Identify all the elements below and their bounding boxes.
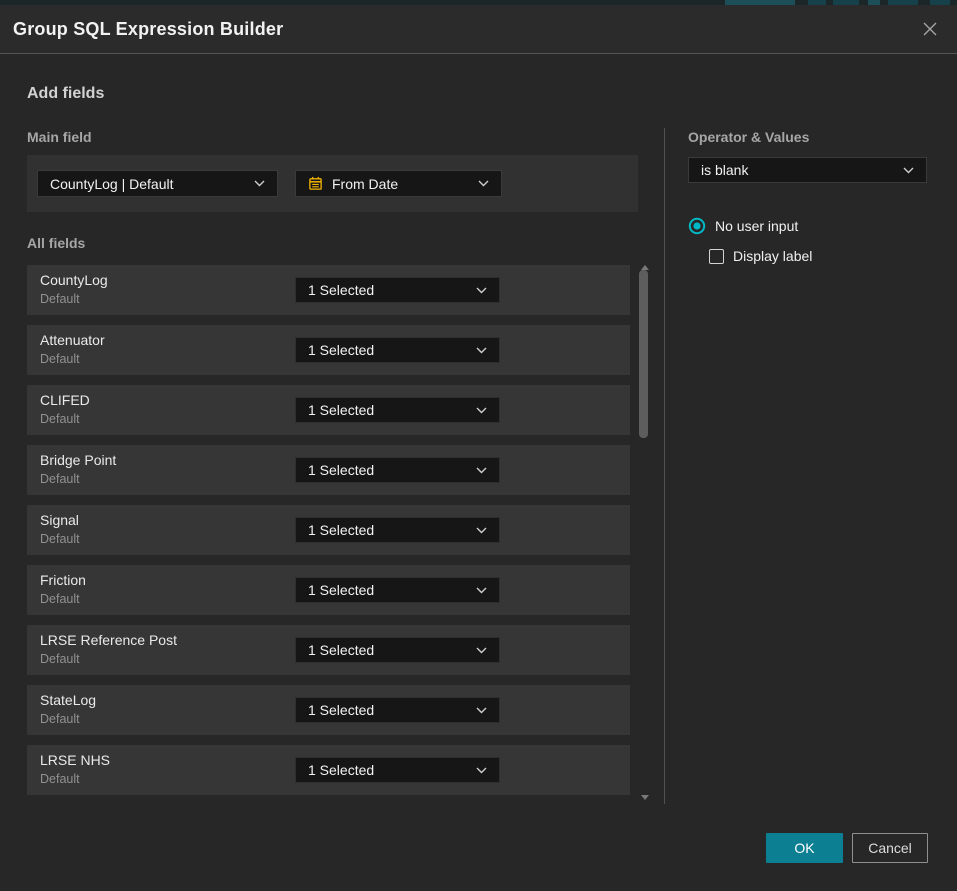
- field-row: Bridge Point Default 1 Selected: [27, 445, 630, 495]
- field-selection-value: 1 Selected: [308, 282, 374, 298]
- field-row: LRSE Reference Post Default 1 Selected: [27, 625, 630, 675]
- radio-selected-icon: [688, 217, 706, 235]
- all-fields-heading: All fields: [27, 235, 85, 251]
- field-selection-value: 1 Selected: [308, 582, 374, 598]
- field-name: CLIFED: [40, 392, 90, 408]
- field-selection-dropdown[interactable]: 1 Selected: [295, 517, 500, 543]
- field-name: Signal: [40, 512, 79, 528]
- main-field-panel: CountyLog | Default From Date: [27, 155, 638, 212]
- field-type: Default: [40, 472, 80, 486]
- field-selection-dropdown[interactable]: 1 Selected: [295, 697, 500, 723]
- chevron-down-icon: [476, 767, 487, 774]
- field-selection-value: 1 Selected: [308, 342, 374, 358]
- field-selection-value: 1 Selected: [308, 522, 374, 538]
- chevron-down-icon: [478, 180, 489, 187]
- screen: Group SQL Expression Builder Add fields …: [0, 0, 957, 891]
- operator-values-heading: Operator & Values: [688, 129, 809, 145]
- main-field-heading: Main field: [27, 129, 92, 145]
- display-label-checkbox[interactable]: Display label: [709, 248, 812, 264]
- field-type: Default: [40, 292, 80, 306]
- chevron-down-icon: [254, 180, 265, 187]
- chevron-down-icon: [476, 467, 487, 474]
- field-selection-dropdown[interactable]: 1 Selected: [295, 577, 500, 603]
- dialog-titlebar: Group SQL Expression Builder: [0, 5, 957, 54]
- chevron-down-icon: [476, 287, 487, 294]
- field-type: Default: [40, 712, 80, 726]
- field-type: Default: [40, 352, 80, 366]
- field-selection-value: 1 Selected: [308, 462, 374, 478]
- ok-button[interactable]: OK: [766, 833, 843, 863]
- field-row: Friction Default 1 Selected: [27, 565, 630, 615]
- chevron-down-icon: [903, 167, 914, 174]
- field-selection-value: 1 Selected: [308, 402, 374, 418]
- main-date-field-dropdown[interactable]: From Date: [295, 170, 502, 197]
- operator-dropdown-value: is blank: [701, 162, 748, 178]
- field-selection-dropdown[interactable]: 1 Selected: [295, 397, 500, 423]
- no-user-input-radio[interactable]: No user input: [688, 217, 798, 235]
- field-type: Default: [40, 772, 80, 786]
- field-row: Attenuator Default 1 Selected: [27, 325, 630, 375]
- scrollbar-down-arrow-icon[interactable]: [641, 795, 649, 800]
- add-fields-heading: Add fields: [27, 85, 104, 103]
- panel-divider: [664, 128, 665, 804]
- dialog-title: Group SQL Expression Builder: [13, 5, 283, 53]
- field-name: Attenuator: [40, 332, 105, 348]
- field-row: LRSE NHS Default 1 Selected: [27, 745, 630, 795]
- scrollbar-thumb[interactable]: [639, 270, 648, 438]
- field-selection-dropdown[interactable]: 1 Selected: [295, 757, 500, 783]
- chevron-down-icon: [476, 347, 487, 354]
- chevron-down-icon: [476, 527, 487, 534]
- main-layer-dropdown[interactable]: CountyLog | Default: [37, 170, 278, 197]
- field-name: CountyLog: [40, 272, 108, 288]
- field-selection-dropdown[interactable]: 1 Selected: [295, 337, 500, 363]
- field-selection-dropdown[interactable]: 1 Selected: [295, 637, 500, 663]
- sql-expression-builder-dialog: Group SQL Expression Builder Add fields …: [0, 5, 957, 891]
- field-selection-value: 1 Selected: [308, 642, 374, 658]
- field-name: Bridge Point: [40, 452, 116, 468]
- field-type: Default: [40, 412, 80, 426]
- cancel-button[interactable]: Cancel: [852, 833, 928, 863]
- field-row: Signal Default 1 Selected: [27, 505, 630, 555]
- field-type: Default: [40, 592, 80, 606]
- field-name: LRSE Reference Post: [40, 632, 177, 648]
- no-user-input-label: No user input: [715, 218, 798, 234]
- operator-dropdown[interactable]: is blank: [688, 157, 927, 183]
- field-type: Default: [40, 652, 80, 666]
- field-name: Friction: [40, 572, 86, 588]
- field-name: LRSE NHS: [40, 752, 110, 768]
- chevron-down-icon: [476, 587, 487, 594]
- field-name: StateLog: [40, 692, 96, 708]
- chevron-down-icon: [476, 407, 487, 414]
- chevron-down-icon: [476, 647, 487, 654]
- display-label-label: Display label: [733, 248, 812, 264]
- chevron-down-icon: [476, 707, 487, 714]
- main-layer-dropdown-value: CountyLog | Default: [50, 176, 174, 192]
- field-type: Default: [40, 532, 80, 546]
- field-row: CountyLog Default 1 Selected: [27, 265, 630, 315]
- field-row: CLIFED Default 1 Selected: [27, 385, 630, 435]
- main-date-field-value: From Date: [332, 176, 398, 192]
- all-fields-list: CountyLog Default 1 Selected Attenuator …: [27, 265, 630, 795]
- field-selection-value: 1 Selected: [308, 702, 374, 718]
- close-icon[interactable]: [918, 17, 942, 41]
- field-row: StateLog Default 1 Selected: [27, 685, 630, 735]
- checkbox-unchecked-icon: [709, 249, 724, 264]
- field-selection-dropdown[interactable]: 1 Selected: [295, 457, 500, 483]
- calendar-icon: [308, 176, 323, 191]
- field-selection-dropdown[interactable]: 1 Selected: [295, 277, 500, 303]
- field-selection-value: 1 Selected: [308, 762, 374, 778]
